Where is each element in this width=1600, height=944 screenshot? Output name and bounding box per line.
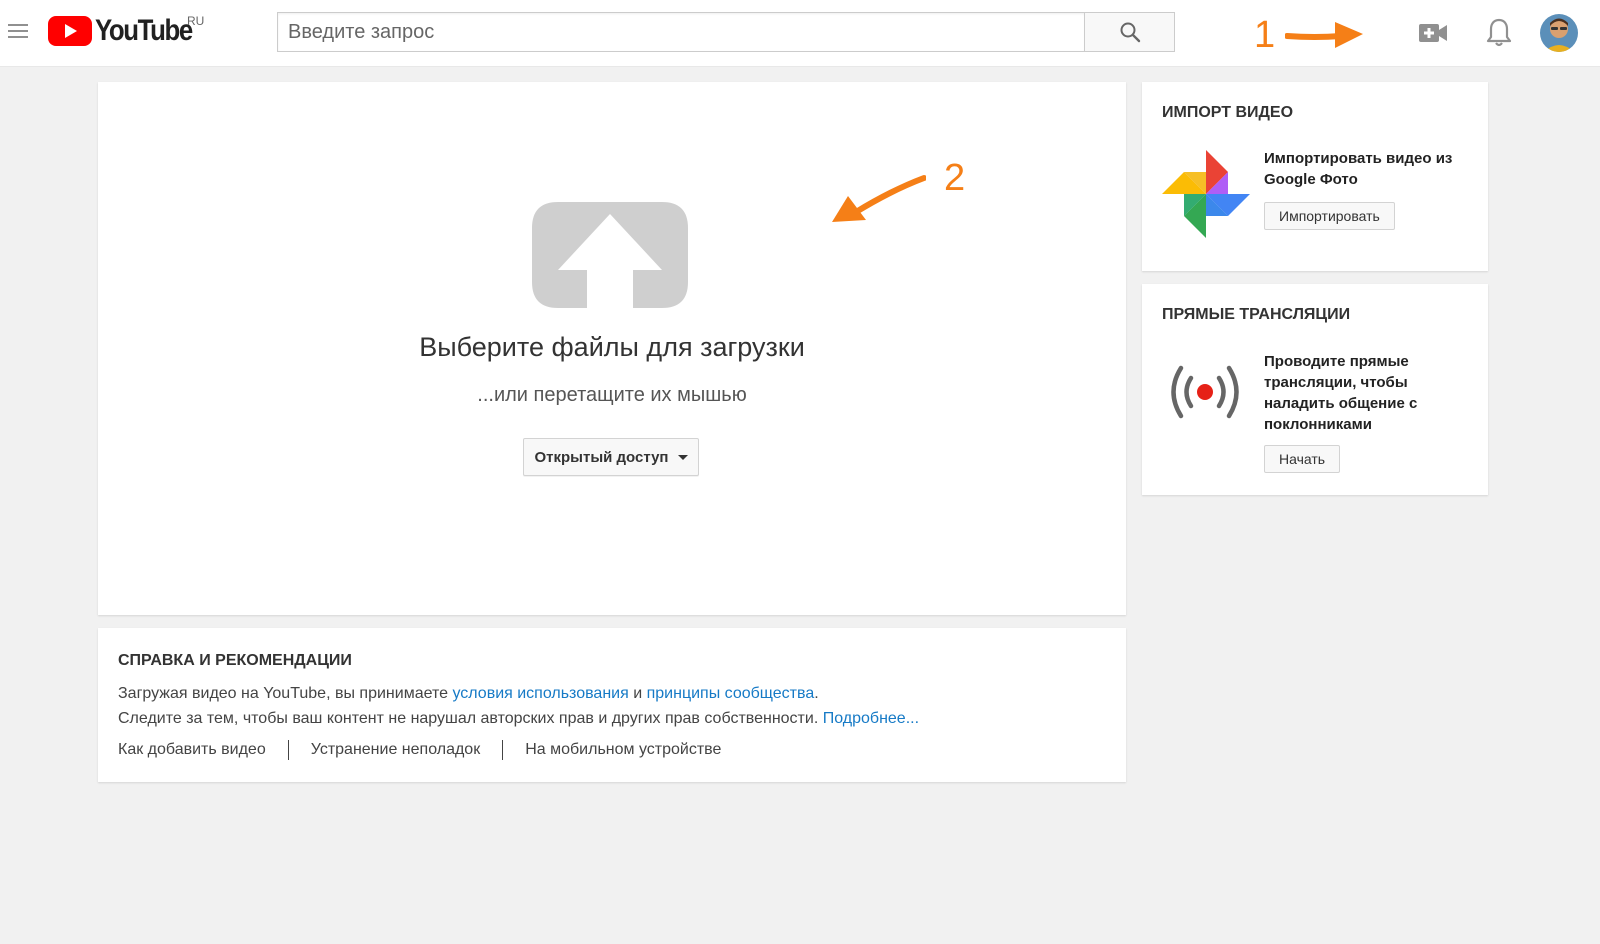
link-divider xyxy=(502,740,504,760)
upload-card: Выберите файлы для загрузки ...или перет… xyxy=(98,82,1126,615)
dropdown-caret-icon xyxy=(677,454,688,460)
live-card: ПРЯМЫЕ ТРАНСЛЯЦИИ Проводите прямые транс… xyxy=(1142,284,1488,495)
live-title: ПРЯМЫЕ ТРАНСЛЯЦИИ xyxy=(1162,306,1351,323)
search-box xyxy=(277,12,1085,52)
terms-link[interactable]: условия использования xyxy=(452,685,628,702)
avatar[interactable] xyxy=(1540,14,1578,52)
annotation-number-2: 2 xyxy=(944,157,966,199)
help-title: СПРАВКА И РЕКОМЕНДАЦИИ xyxy=(118,652,352,669)
live-broadcast-icon xyxy=(1171,365,1239,419)
import-description: Импортировать видео из Google Фото xyxy=(1264,150,1453,188)
privacy-dropdown[interactable]: Открытый доступ xyxy=(523,438,699,476)
help-copyright-text: Следите за тем, чтобы ваш контент не нар… xyxy=(118,710,819,727)
import-card: ИМПОРТ ВИДЕО Импортировать видео из Goog… xyxy=(1142,82,1488,271)
link-divider xyxy=(287,740,289,760)
troubleshooting-link[interactable]: Устранение неполадок xyxy=(311,741,480,759)
bell-icon[interactable] xyxy=(1485,16,1513,48)
annotation-arrow-2-icon xyxy=(832,175,926,222)
annotation-number-1: 1 xyxy=(1254,14,1276,56)
logo-text: YouTube xyxy=(95,14,193,47)
import-title: ИМПОРТ ВИДЕО xyxy=(1162,104,1294,121)
search-icon xyxy=(1120,22,1140,43)
upload-video-icon[interactable] xyxy=(1418,21,1448,45)
more-link[interactable]: Подробнее... xyxy=(823,710,919,727)
how-to-upload-link[interactable]: Как добавить видео xyxy=(118,741,266,759)
live-description: Проводите прямые трансляции, чтобы налад… xyxy=(1264,353,1418,433)
upload-title: Выберите файлы для загрузки xyxy=(419,332,805,362)
avatar-image xyxy=(1540,14,1578,52)
search-input[interactable] xyxy=(278,13,1085,51)
upload-arrow-icon[interactable] xyxy=(528,192,692,312)
google-photos-icon xyxy=(1162,150,1250,238)
help-card: СПРАВКА И РЕКОМЕНДАЦИИ Загружая видео на… xyxy=(98,628,1126,782)
guidelines-link[interactable]: принципы сообщества xyxy=(647,685,815,702)
help-period: . xyxy=(814,685,819,702)
help-terms-line: Загружая видео на YouTube, вы принимаете… xyxy=(118,685,819,703)
start-live-button[interactable]: Начать xyxy=(1264,445,1341,473)
annotation-arrow-1-icon xyxy=(1285,22,1363,48)
logo-region: RU xyxy=(187,14,205,28)
help-and-text: и xyxy=(633,685,643,702)
upload-subtitle: ...или перетащите их мышью xyxy=(477,384,747,406)
help-links: Как добавить видео Устранение неполадок … xyxy=(118,740,721,760)
mobile-upload-link[interactable]: На мобильном устройстве xyxy=(525,741,721,759)
masthead: YouTube RU 1 xyxy=(0,0,1600,67)
help-terms-text: Загружая видео на YouTube, вы принимаете xyxy=(118,685,448,702)
import-button[interactable]: Импортировать xyxy=(1264,202,1395,230)
help-copyright-line: Следите за тем, чтобы ваш контент не нар… xyxy=(118,710,919,728)
menu-icon[interactable] xyxy=(8,24,28,40)
youtube-logo[interactable]: YouTube RU xyxy=(48,14,208,48)
privacy-label: Открытый доступ xyxy=(534,448,669,466)
youtube-logo-icon xyxy=(48,16,92,46)
search-button[interactable] xyxy=(1084,12,1175,52)
